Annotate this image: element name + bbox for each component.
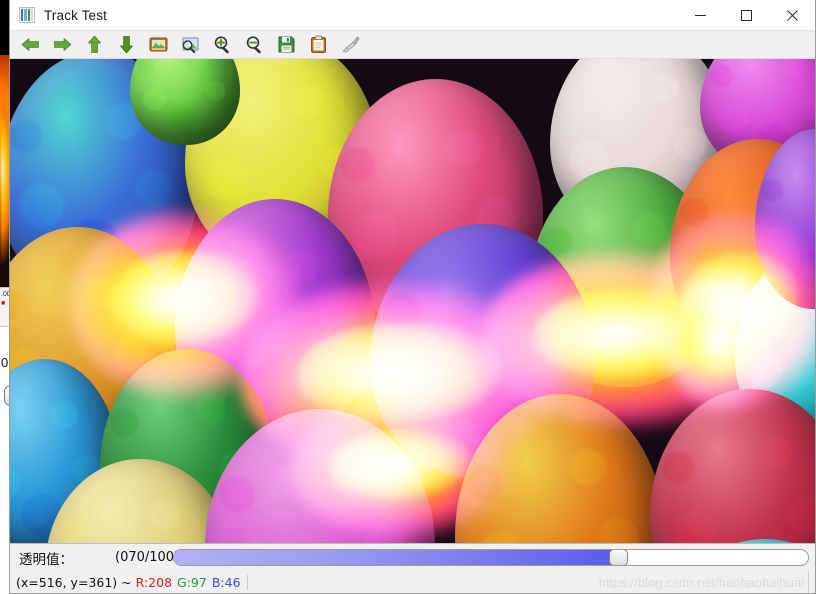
green-channel-value: G:97 (177, 574, 207, 590)
status-bar: (x=516, y=361) ~ R:208 G:97 B:46 https:/… (10, 571, 815, 593)
maximize-icon[interactable] (723, 0, 769, 31)
zoom-out-icon[interactable] (243, 34, 265, 56)
up-arrow-icon[interactable] (83, 34, 105, 56)
down-arrow-icon[interactable] (115, 34, 137, 56)
open-image-icon[interactable] (147, 34, 169, 56)
zoom-in-icon[interactable] (211, 34, 233, 56)
minimize-icon[interactable] (677, 0, 723, 31)
background-window-zero-label: 0 (1, 355, 9, 370)
image-canvas[interactable] (10, 59, 815, 544)
track-test-window: Track Test 透明值： (070/100) (x=516, y=361)… (9, 0, 816, 594)
forward-arrow-icon[interactable] (51, 34, 73, 56)
pixel-readout: (x=516, y=361) ~ R:208 G:97 B:46 (16, 574, 248, 590)
app-bars-icon (19, 7, 35, 23)
red-channel-value: R:208 (135, 574, 173, 590)
cursor-coordinates: (x=516, y=361) (16, 574, 118, 590)
clipboard-icon[interactable] (307, 34, 329, 56)
brush-icon[interactable] (339, 34, 361, 56)
loaded-image[interactable] (10, 59, 815, 543)
title-bar: Track Test (10, 0, 815, 31)
save-icon[interactable] (275, 34, 297, 56)
blue-channel-value: B:46 (211, 574, 241, 590)
close-icon[interactable] (769, 0, 815, 31)
readout-separator: ~ (121, 574, 132, 590)
find-image-icon[interactable] (179, 34, 201, 56)
transparency-label: 透明值： (19, 551, 73, 568)
back-arrow-icon[interactable] (19, 34, 41, 56)
transparency-slider-thumb[interactable] (608, 550, 628, 565)
window-title: Track Test (44, 7, 108, 23)
transparency-slider[interactable] (173, 549, 809, 566)
transparency-slider-fill (174, 550, 618, 565)
egg-red-bottom-right-texture (650, 389, 815, 543)
transparency-value: (070/100) (115, 550, 180, 565)
window-controls (677, 0, 815, 31)
transparency-row: 透明值： (070/100) (10, 544, 815, 571)
toolbar (10, 31, 815, 59)
watermark-text: https://blog.csdn.net/haohaohaihuai (599, 571, 809, 593)
